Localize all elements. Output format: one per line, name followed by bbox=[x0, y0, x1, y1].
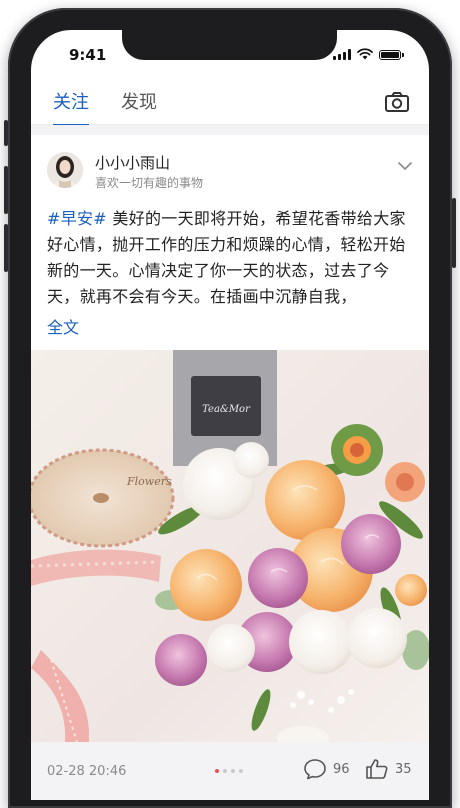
comment-count: 96 bbox=[333, 761, 350, 777]
hashtag-link[interactable]: #早安# bbox=[47, 209, 107, 228]
status-time: 9:41 bbox=[69, 46, 107, 64]
tab-discover[interactable]: 发现 bbox=[121, 88, 157, 114]
wifi-icon bbox=[357, 48, 373, 60]
side-button-power bbox=[452, 198, 456, 268]
status-icons bbox=[333, 48, 404, 60]
flower-bouquet-image: Tea&Mor Flowers bbox=[31, 350, 429, 742]
page-dot bbox=[239, 769, 243, 773]
comment-icon bbox=[304, 759, 326, 780]
tab-following[interactable]: 关注 bbox=[53, 88, 89, 126]
notch bbox=[122, 30, 337, 60]
post-text: #早安# 美好的一天即将开始，希望花香带给大家好心情，抛开工作的压力和烦躁的心情… bbox=[47, 206, 415, 310]
page-dot bbox=[231, 769, 235, 773]
battery-icon bbox=[379, 50, 404, 60]
side-button-volume-down bbox=[4, 224, 8, 272]
avatar-image bbox=[47, 152, 83, 188]
like-count: 35 bbox=[395, 761, 412, 777]
spool-label: Flowers bbox=[126, 475, 172, 488]
post-footer: 02-28 20:46 96 35 bbox=[31, 742, 429, 800]
side-button-mute bbox=[4, 120, 8, 146]
post-date: 02-28 20:46 bbox=[47, 764, 127, 779]
post-image[interactable]: Tea&Mor Flowers bbox=[31, 350, 429, 742]
username[interactable]: 小小小雨山 bbox=[95, 152, 170, 173]
user-bio: 喜欢一切有趣的事物 bbox=[95, 176, 204, 190]
bottle-label: Tea&Mor bbox=[202, 404, 251, 415]
camera-icon[interactable] bbox=[385, 92, 409, 112]
side-button-volume-up bbox=[4, 166, 8, 214]
tab-following-label: 关注 bbox=[53, 92, 89, 113]
signal-icon bbox=[333, 49, 351, 60]
avatar[interactable] bbox=[47, 152, 83, 188]
page-dot bbox=[215, 769, 219, 773]
comment-button[interactable]: 96 bbox=[303, 758, 350, 780]
chevron-down-icon[interactable] bbox=[397, 160, 413, 172]
page-dot bbox=[223, 769, 227, 773]
phone-screen: 9:41 关注 发现 小小小雨山 喜欢一切有趣的事物 #早安# 美好的一天即将开… bbox=[31, 30, 429, 800]
read-more-link[interactable]: 全文 bbox=[47, 314, 79, 338]
tab-discover-label: 发现 bbox=[121, 92, 157, 113]
like-button[interactable]: 35 bbox=[365, 758, 412, 780]
tab-bar: 关注 发现 bbox=[31, 82, 429, 126]
section-divider bbox=[31, 125, 429, 135]
post-header: 小小小雨山 喜欢一切有趣的事物 bbox=[45, 148, 415, 194]
image-page-indicator bbox=[215, 769, 243, 773]
like-icon bbox=[366, 759, 388, 779]
